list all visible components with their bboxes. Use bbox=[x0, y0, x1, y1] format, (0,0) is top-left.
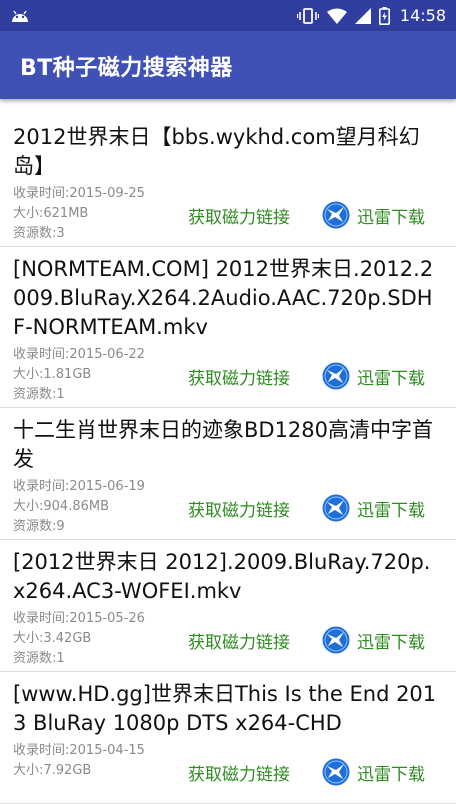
thunder-bird-icon bbox=[322, 626, 350, 654]
result-meta: 收录时间:2015-06-19 大小:904.86MB 资源数:9 获取磁力链接 迅雷下… bbox=[13, 477, 442, 539]
result-item[interactable]: [2012世界末日 2012].2009.BluRay.720p.x264.AC… bbox=[0, 540, 456, 672]
result-title[interactable]: 十二生肖世界末日的迹象BD1280高清中字首发 bbox=[13, 416, 442, 474]
thunder-download-label: 迅雷下载 bbox=[357, 500, 425, 521]
thunder-download-label: 迅雷下载 bbox=[357, 207, 425, 228]
result-item[interactable]: [NORMTEAM.COM] 2012世界末日.2012.2009.BluRay… bbox=[0, 247, 456, 408]
get-magnet-link-button[interactable]: 获取磁力链接 bbox=[188, 203, 290, 228]
thunder-bird-icon bbox=[322, 201, 350, 229]
thunder-download-label: 迅雷下载 bbox=[357, 764, 425, 785]
thunder-download-button[interactable]: 迅雷下载 bbox=[322, 362, 425, 390]
thunder-bird-icon bbox=[322, 758, 350, 786]
result-actions: 获取磁力链接 迅雷下载 bbox=[188, 362, 425, 390]
result-item[interactable]: 十二生肖世界末日的迹象BD1280高清中字首发 收录时间:2015-06-19 大小… bbox=[0, 408, 456, 540]
result-actions: 获取磁力链接 迅雷下载 bbox=[188, 494, 425, 522]
app-bar: BT种子磁力搜索神器 bbox=[0, 31, 456, 99]
thunder-download-button[interactable]: 迅雷下载 bbox=[322, 201, 425, 229]
vibrate-icon bbox=[296, 7, 319, 24]
result-title[interactable]: 2012世界末日【bbs.wykhd.com望月科幻岛】 bbox=[13, 123, 442, 181]
get-magnet-link-button[interactable]: 获取磁力链接 bbox=[188, 364, 290, 389]
result-meta: 收录时间:2015-06-22 大小:1.81GB 资源数:1 获取磁力链接 迅雷下载 bbox=[13, 345, 442, 407]
get-magnet-link-button[interactable]: 获取磁力链接 bbox=[188, 628, 290, 653]
signal-icon bbox=[354, 7, 371, 24]
result-actions: 获取磁力链接 迅雷下载 bbox=[188, 201, 425, 229]
android-icon bbox=[12, 10, 28, 22]
result-title[interactable]: [www.HD.gg]世界末日This Is the End 2013 BluR… bbox=[13, 680, 442, 738]
get-magnet-link-button[interactable]: 获取磁力链接 bbox=[188, 496, 290, 521]
thunder-download-label: 迅雷下载 bbox=[357, 368, 425, 389]
result-actions: 获取磁力链接 迅雷下载 bbox=[188, 758, 425, 786]
result-item[interactable]: [www.HD.gg]世界末日This Is the End 2013 BluR… bbox=[0, 672, 456, 804]
thunder-bird-icon bbox=[322, 362, 350, 390]
thunder-bird-icon bbox=[322, 494, 350, 522]
result-title[interactable]: [2012世界末日 2012].2009.BluRay.720p.x264.AC… bbox=[13, 548, 442, 606]
result-meta: 收录时间:2015-05-26 大小:3.42GB 资源数:1 获取磁力链接 迅雷下载 bbox=[13, 609, 442, 671]
thunder-download-button[interactable]: 迅雷下载 bbox=[322, 758, 425, 786]
result-meta: 收录时间:2015-04-15 大小:7.92GB 获取磁力链接 迅雷下载 bbox=[13, 741, 442, 803]
result-title[interactable]: [NORMTEAM.COM] 2012世界末日.2012.2009.BluRay… bbox=[13, 255, 442, 342]
app-title: BT种子磁力搜索神器 bbox=[20, 56, 233, 81]
result-meta: 收录时间:2015-09-25 大小:621MB 资源数:3 获取磁力链接 迅雷下载 bbox=[13, 184, 442, 246]
battery-icon bbox=[378, 6, 390, 25]
get-magnet-link-button[interactable]: 获取磁力链接 bbox=[188, 760, 290, 785]
thunder-download-button[interactable]: 迅雷下载 bbox=[322, 494, 425, 522]
result-actions: 获取磁力链接 迅雷下载 bbox=[188, 626, 425, 654]
status-bar: 14:58 bbox=[0, 0, 456, 31]
results-list: 2012世界末日【bbs.wykhd.com望月科幻岛】 收录时间:2015-09… bbox=[0, 115, 456, 804]
result-item[interactable]: 2012世界末日【bbs.wykhd.com望月科幻岛】 收录时间:2015-09… bbox=[0, 115, 456, 247]
thunder-download-button[interactable]: 迅雷下载 bbox=[322, 626, 425, 654]
wifi-icon bbox=[326, 8, 347, 24]
status-time: 14:58 bbox=[399, 6, 446, 25]
thunder-download-label: 迅雷下载 bbox=[357, 632, 425, 653]
